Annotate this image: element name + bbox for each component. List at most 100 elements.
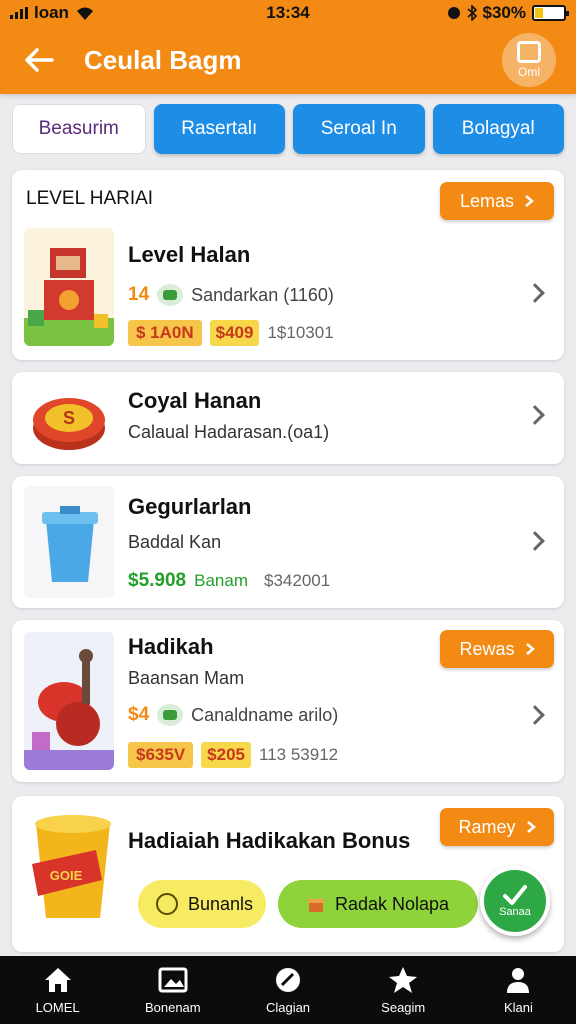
price-tag: $ 1A0N (128, 320, 202, 346)
bunanls-label: Bunanls (188, 893, 254, 914)
chevron-right-icon[interactable] (525, 405, 545, 425)
item-count: $4 (128, 704, 150, 725)
robot-thumbnail (24, 228, 114, 346)
lemas-button[interactable]: Lemas (440, 182, 554, 220)
section-header: LEVEL HARIAI (26, 188, 154, 209)
battery-fill (535, 8, 544, 18)
item-sub: Baansan Mam (128, 668, 245, 688)
corner-label: Oml (518, 65, 540, 79)
nav-label: Klani (503, 999, 533, 1015)
status-bar: loan 13:34 $30% (0, 0, 576, 26)
creature-icon (24, 632, 114, 770)
tag-icon (276, 967, 300, 992)
corner-button[interactable]: Oml (502, 33, 556, 87)
status-left: loan (10, 3, 95, 23)
chevron-right-icon[interactable] (525, 531, 545, 551)
bunanls-button[interactable]: Bunanls (138, 880, 266, 928)
bucket-card[interactable]: Gegurlarlan Baddal Kan $5.908 Banam $342… (12, 476, 564, 608)
item-title: Level Halan (128, 242, 251, 267)
bonus-card[interactable]: Ramey GOIE Hadiaiah Hadikakan Bonus Buna… (12, 796, 564, 952)
nav-label: Seagim (381, 999, 426, 1015)
green-price: $5.908 (128, 570, 187, 591)
green-label: Banam (194, 571, 248, 590)
item-meta: 14 Sandarkan (1160) (128, 284, 334, 306)
radak-nolapa-label: Radak Nolapa (334, 893, 450, 914)
home-icon (44, 967, 71, 992)
bucket-icon (24, 486, 114, 598)
nav-item-clagian[interactable]: Clagian (230, 956, 345, 1024)
item-title: Hadikah (128, 634, 214, 659)
battery-text: $30% (482, 3, 526, 22)
gift-icon (307, 899, 324, 912)
box-icon (517, 41, 541, 63)
cup-text: GOIE (50, 868, 83, 883)
star-icon (389, 966, 418, 993)
bluetooth-icon (466, 5, 477, 21)
nav-label: Clagian (265, 999, 311, 1015)
arrow-left-icon (25, 48, 54, 72)
bucket-thumbnail (24, 486, 114, 598)
svg-text:S: S (63, 408, 75, 428)
check-icon (503, 885, 527, 905)
app-bar: Ceulal Bagm Oml (0, 26, 576, 94)
tab-rasertali[interactable]: Rasertalı (153, 104, 285, 154)
coin-icon: S (33, 398, 105, 450)
signal-icon (10, 7, 28, 19)
price-tag: $635V (128, 742, 194, 768)
bottom-nav: LOMEL Bonenam Clagian Seagim Klani (0, 956, 576, 1024)
item-sub: Baddal Kan (128, 532, 222, 552)
lemas-label: Lemas (459, 190, 515, 211)
check-fab[interactable]: Sanaa (480, 866, 550, 936)
nav-item-klani[interactable]: Klani (461, 956, 576, 1024)
status-right: $30% (447, 3, 569, 23)
wifi-icon (76, 7, 93, 20)
item-meta: $4 Canaldname arilo) (128, 704, 338, 726)
gallery-icon (158, 967, 188, 992)
nav-label: LOMEL (35, 999, 80, 1015)
price-tag-secondary: $205 (201, 742, 251, 768)
user-icon (507, 967, 530, 993)
price-muted: 1$10301 (267, 323, 334, 342)
coin-thumbnail: S (24, 380, 114, 456)
chevron-right-icon[interactable] (525, 705, 545, 725)
chevron-right-icon (525, 643, 535, 655)
tab-seroal-in[interactable]: Seroal In (293, 104, 425, 154)
ramey-label: Ramey (458, 816, 516, 837)
price-tag-secondary: $409 (209, 320, 260, 346)
chat-icon (157, 284, 184, 306)
battery-icon (532, 5, 569, 21)
ramey-button[interactable]: Ramey (440, 808, 554, 846)
coin-card[interactable]: S Coyal Hanan Calaual Hadarasan.(oa1) (12, 372, 564, 464)
radak-nolapa-button[interactable]: Radak Nolapa (278, 880, 478, 928)
price-row: $635V $205 113 53912 (128, 742, 338, 768)
page-title: Ceulal Bagm (84, 44, 242, 75)
fab-label: Sanaa (499, 906, 531, 918)
item-title: Coyal Hanan (128, 388, 262, 413)
nav-item-bonenam[interactable]: Bonenam (115, 956, 230, 1024)
tab-bar: Beasurim Rasertalı Seroal In Bolagyal (12, 104, 564, 156)
price-muted: $342001 (264, 571, 331, 590)
item-sub-secondary: Canaldname arilo) (191, 704, 339, 725)
level-card[interactable]: LEVEL HARIAI Lemas Level Halan 14 Sandar… (12, 170, 564, 360)
price-muted: 113 53912 (259, 745, 339, 764)
robot-icon (24, 228, 114, 346)
item-title: Gegurlarlan (128, 494, 252, 519)
chat-icon (157, 704, 184, 726)
nav-item-home[interactable]: LOMEL (0, 956, 115, 1024)
hadikah-card[interactable]: Rewas Hadikah Baansan Mam $4 Canaldname … (12, 620, 564, 782)
back-button[interactable] (20, 41, 58, 79)
tab-beasurim[interactable]: Beasurim (12, 104, 146, 154)
chevron-right-icon[interactable] (525, 283, 545, 303)
chevron-right-icon (525, 195, 534, 207)
rewas-button[interactable]: Rewas (440, 630, 554, 668)
chevron-right-icon (526, 821, 536, 833)
rewas-label: Rewas (459, 638, 515, 659)
price-row: $ 1A0N $409 1$10301 (128, 320, 334, 346)
creature-thumbnail (24, 632, 114, 770)
tab-bolagyal[interactable]: Bolagyal (432, 104, 564, 154)
nav-item-seagim[interactable]: Seagim (346, 956, 461, 1024)
bonus-title: Hadiaiah Hadikakan Bonus (128, 828, 411, 853)
cup-icon: GOIE (32, 815, 111, 918)
item-sub: Sandarkan (1160) (191, 284, 334, 305)
price-row: $5.908 Banam $342001 (128, 570, 330, 592)
